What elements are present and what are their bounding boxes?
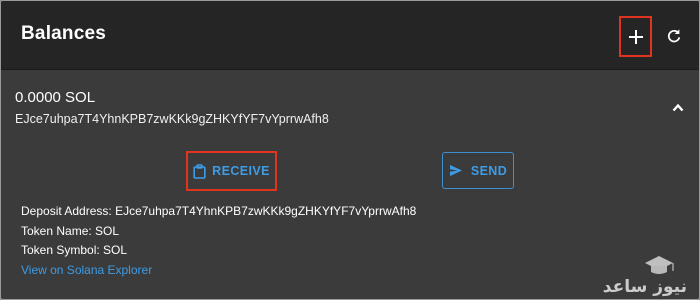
send-button[interactable]: SEND — [442, 152, 514, 189]
watermark-logo: نیوز ساعد — [603, 256, 687, 297]
plus-icon — [628, 29, 643, 44]
refresh-icon — [668, 29, 681, 43]
send-icon — [449, 165, 462, 176]
token-symbol-line: Token Symbol: SOL — [21, 241, 416, 261]
token-symbol-value: SOL — [103, 243, 128, 257]
clipboard-icon — [193, 163, 206, 179]
watermark-text: نیوز ساعد — [603, 277, 687, 297]
deposit-address-value: EJce7uhpa7T4YhnKPB7zwKKk9gZHKYfYF7vYprrw… — [115, 204, 417, 218]
page-title: Balances — [21, 23, 107, 44]
refresh-button[interactable] — [661, 23, 687, 49]
token-details: Deposit Address: EJce7uhpa7T4YhnKPB7zwKK… — [21, 202, 416, 280]
balance-address: EJce7uhpa7T4YhnKPB7zwKKk9gZHKYfYF7vYprrw… — [15, 112, 329, 126]
deposit-address-label: Deposit Address: — [21, 204, 112, 218]
token-symbol-label: Token Symbol: — [21, 243, 100, 257]
balances-card: Balances 0.0000 SOL EJce7uhpa7T4YhnKPB7z… — [0, 0, 700, 300]
balance-amount: 0.0000 SOL — [15, 89, 96, 106]
token-name-line: Token Name: SOL — [21, 222, 416, 242]
card-header: Balances — [1, 1, 699, 70]
send-label: SEND — [470, 163, 508, 178]
deposit-address-line: Deposit Address: EJce7uhpa7T4YhnKPB7zwKK… — [21, 202, 416, 222]
collapse-button[interactable] — [669, 100, 687, 114]
chevron-up-icon — [672, 103, 684, 111]
solana-explorer-link[interactable]: View on Solana Explorer — [21, 263, 152, 277]
receive-label: RECEIVE — [212, 164, 270, 178]
balance-summary-row[interactable]: 0.0000 SOL EJce7uhpa7T4YhnKPB7zwKKk9gZHK… — [1, 71, 699, 143]
add-token-button[interactable] — [619, 16, 652, 57]
token-name-label: Token Name: — [21, 223, 92, 238]
token-name-value: SOL — [95, 223, 120, 238]
receive-button[interactable]: RECEIVE — [186, 151, 277, 191]
